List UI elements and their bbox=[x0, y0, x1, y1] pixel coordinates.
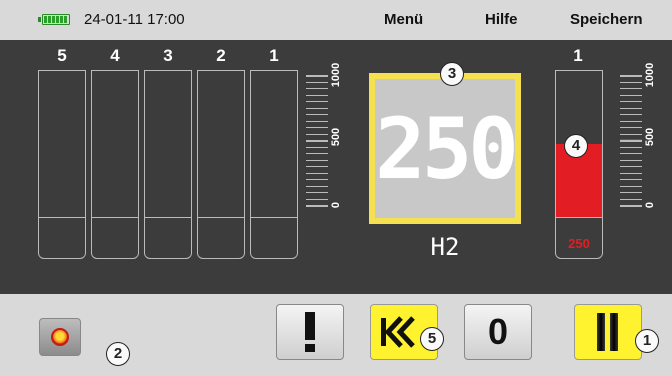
badge-3: 3 bbox=[440, 62, 464, 86]
scale-tick bbox=[620, 127, 642, 128]
scale-tick bbox=[620, 192, 642, 193]
scale-tick bbox=[306, 120, 328, 122]
scale-label-0: 0 bbox=[330, 201, 342, 209]
measurement-panel: 5 4 3 2 1 0 500 1000 250 H2 3 1 250 4 0 … bbox=[0, 40, 672, 294]
scale-tick bbox=[620, 198, 642, 200]
channel-label: 2 bbox=[216, 46, 226, 65]
scale-tick bbox=[306, 75, 328, 77]
channel-label: 1 bbox=[269, 46, 279, 65]
scale-tick bbox=[620, 172, 642, 174]
datetime: 24-01-11 17:00 bbox=[84, 11, 185, 28]
scale-tick bbox=[306, 205, 328, 207]
zero-label: 0 bbox=[487, 311, 509, 352]
right-channel-label: 1 bbox=[573, 46, 583, 65]
scale-tick bbox=[306, 94, 328, 96]
record-button[interactable] bbox=[39, 318, 81, 356]
scale-tick bbox=[620, 75, 642, 77]
menu-item-menu[interactable]: Menü bbox=[384, 11, 423, 28]
pause-icon bbox=[597, 313, 619, 351]
exclamation-icon bbox=[305, 312, 315, 352]
scale-tick bbox=[306, 146, 328, 148]
scale-tick bbox=[620, 94, 642, 96]
scale-tick bbox=[620, 81, 642, 83]
scale-tick bbox=[306, 81, 328, 83]
scale-tick bbox=[620, 114, 642, 115]
scale-tick bbox=[620, 205, 642, 207]
scale-tick bbox=[306, 179, 328, 180]
scale-tick bbox=[620, 107, 642, 109]
badge-5: 5 bbox=[420, 327, 444, 351]
scale-tick bbox=[620, 159, 642, 161]
channel-bar-5[interactable] bbox=[38, 70, 86, 259]
channel-label: 4 bbox=[110, 46, 120, 65]
scale-tick bbox=[620, 101, 642, 102]
channel-value: 250 bbox=[568, 236, 590, 251]
scale-tick bbox=[620, 140, 642, 142]
channel-bar-4[interactable] bbox=[91, 70, 139, 259]
scale-tick bbox=[306, 192, 328, 193]
left-scale: 0 500 1000 bbox=[306, 63, 352, 217]
badge-4: 4 bbox=[564, 134, 588, 158]
right-scale: 0 500 1000 bbox=[620, 63, 666, 217]
scale-label-1000: 1000 bbox=[330, 62, 342, 88]
scale-tick bbox=[620, 88, 642, 89]
value-display: 250 bbox=[369, 73, 521, 224]
channel-bar-3[interactable] bbox=[144, 70, 192, 259]
record-led-icon bbox=[51, 328, 69, 346]
scale-label-500: 500 bbox=[330, 127, 342, 147]
menu-item-save[interactable]: Speichern bbox=[570, 11, 643, 28]
zero-button[interactable]: 0 bbox=[464, 304, 532, 360]
scale-tick bbox=[306, 88, 328, 89]
pause-button[interactable] bbox=[574, 304, 642, 360]
channel-bar-1[interactable] bbox=[250, 70, 298, 259]
right-channel-bar[interactable]: 250 bbox=[555, 70, 603, 259]
scale-tick bbox=[620, 146, 642, 148]
scale-tick bbox=[620, 166, 642, 167]
menu-item-help[interactable]: Hilfe bbox=[485, 11, 518, 28]
status-bar: 24-01-11 17:00 Menü Hilfe Speichern bbox=[0, 0, 672, 38]
scale-label-0: 0 bbox=[644, 201, 656, 209]
badge-2: 2 bbox=[106, 342, 130, 366]
gas-label: H2 bbox=[430, 233, 460, 261]
battery-icon bbox=[38, 14, 70, 25]
scale-tick bbox=[306, 159, 328, 161]
channel-bar-2[interactable] bbox=[197, 70, 245, 259]
scale-tick bbox=[306, 166, 328, 167]
scale-tick bbox=[306, 198, 328, 200]
scale-tick bbox=[620, 185, 642, 187]
current-value: 250 bbox=[375, 99, 519, 198]
scale-tick bbox=[620, 120, 642, 122]
scale-label-500: 500 bbox=[644, 127, 656, 147]
scale-tick bbox=[620, 153, 642, 154]
control-bar: 2 5 0 1 bbox=[0, 294, 672, 376]
alert-button[interactable] bbox=[276, 304, 344, 360]
channel-label: 5 bbox=[57, 46, 67, 65]
scale-tick bbox=[620, 133, 642, 135]
channel-label: 3 bbox=[163, 46, 173, 65]
scale-tick bbox=[306, 153, 328, 154]
scale-tick bbox=[306, 127, 328, 128]
scale-tick bbox=[306, 101, 328, 102]
scale-tick bbox=[306, 140, 328, 142]
badge-1: 1 bbox=[635, 329, 659, 353]
scale-tick bbox=[306, 133, 328, 135]
scale-tick bbox=[306, 114, 328, 115]
scale-tick bbox=[306, 185, 328, 187]
scale-tick bbox=[620, 179, 642, 180]
scale-tick bbox=[306, 172, 328, 174]
scale-label-1000: 1000 bbox=[644, 62, 656, 88]
scale-tick bbox=[306, 107, 328, 109]
